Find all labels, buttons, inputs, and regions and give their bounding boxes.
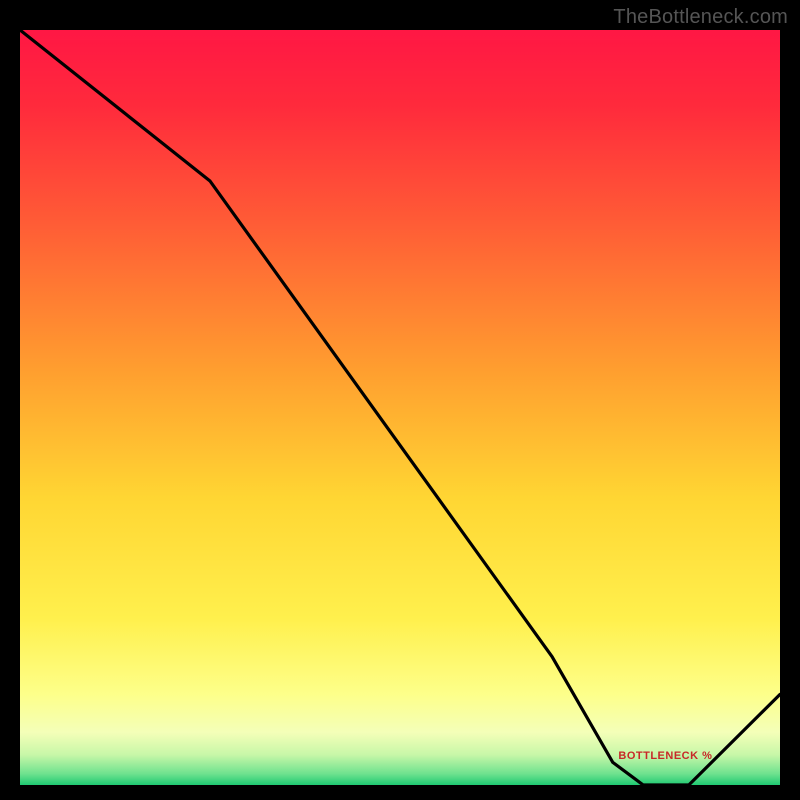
plot-area: BOTTLENECK % (20, 30, 780, 785)
chart-line (20, 30, 780, 785)
chart-container: TheBottleneck.com (0, 0, 800, 800)
plot-inner: BOTTLENECK % (20, 30, 780, 785)
watermark-text: TheBottleneck.com (613, 6, 788, 29)
